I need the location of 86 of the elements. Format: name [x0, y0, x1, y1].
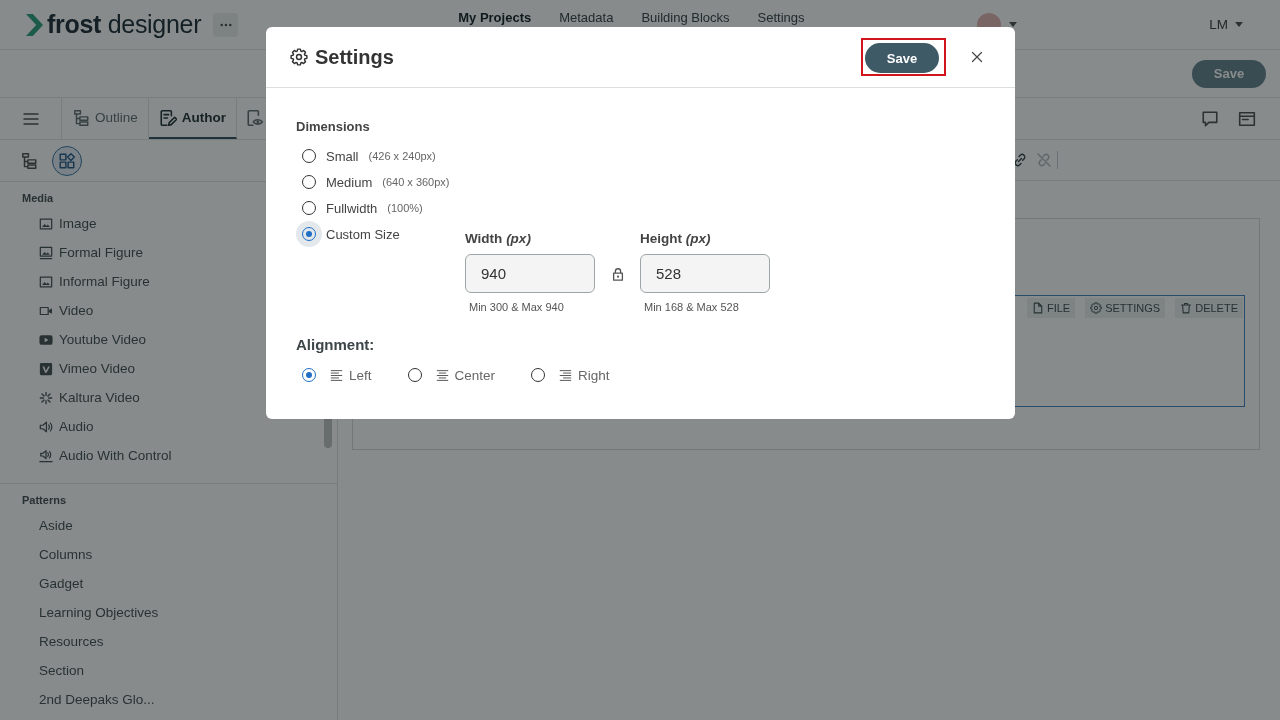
nav-link[interactable]: Settings: [757, 10, 805, 25]
link-button[interactable]: [1012, 152, 1028, 168]
field-label: Height (px): [640, 230, 711, 247]
play-icon: [39, 332, 53, 347]
caret-icon: [1009, 22, 1018, 27]
menu-icon: [22, 110, 39, 127]
block-action-button[interactable]: FILE: [1026, 298, 1076, 318]
lock-icon[interactable]: [610, 266, 625, 281]
tree-icon: [72, 108, 90, 127]
sidebar-item[interactable]: Audio With Control: [39, 441, 172, 470]
chevron-icon: [26, 12, 43, 37]
sidebar-item[interactable]: Audio: [39, 412, 94, 441]
section-label: Dimensions: [296, 119, 370, 135]
align-left-icon: [330, 368, 343, 382]
view-toggle[interactable]: [52, 145, 82, 176]
tree-icon: [20, 151, 38, 170]
blocks-icon: [58, 151, 76, 170]
sidebar-item[interactable]: Resources: [39, 627, 104, 656]
sidebar-item[interactable]: Learning Objectives: [39, 598, 159, 627]
size-hint: (100%): [387, 202, 423, 214]
option-label: Left: [349, 367, 372, 383]
width-input[interactable]: 940: [465, 254, 595, 293]
sidebar-item[interactable]: Aside: [39, 511, 73, 540]
framed-image-icon: [39, 245, 53, 260]
option-label: Small: [326, 148, 359, 164]
sidebar-item[interactable]: Gadget: [39, 569, 84, 598]
user-menu-button[interactable]: LM: [1209, 17, 1243, 32]
sidebar-item[interactable]: Video: [39, 296, 94, 325]
dots-icon: [219, 22, 232, 27]
option-label: Fullwidth: [326, 200, 378, 216]
logo-text: frost designer: [47, 10, 202, 39]
image-icon: [39, 274, 53, 289]
sidebar-item[interactable]: Informal Figure: [39, 267, 150, 296]
panel-icon: [1238, 109, 1256, 128]
comment-button[interactable]: [1201, 109, 1219, 128]
block-action-button[interactable]: SETTINGS: [1085, 298, 1166, 318]
save-button[interactable]: Save: [865, 43, 939, 73]
option-label: Right: [578, 367, 610, 383]
section-heading: Media: [22, 191, 54, 206]
edit-document-icon: [158, 108, 177, 127]
gear-icon: [290, 48, 308, 66]
option-label: Medium: [326, 174, 373, 190]
radio-button[interactable]: [296, 221, 322, 247]
nav-link[interactable]: My Projects: [458, 10, 532, 25]
sidebar-item[interactable]: Section: [39, 656, 85, 685]
eye-document-icon: [246, 108, 265, 127]
caret-icon: [1235, 22, 1243, 27]
block-action-button[interactable]: DELETE: [1175, 298, 1243, 318]
dialog-title: Settings: [315, 45, 394, 69]
speaker-icon: [39, 448, 53, 463]
sparkle-icon: [39, 390, 53, 405]
size-hint: (640 x 360px): [382, 176, 450, 188]
save-button[interactable]: Save: [1192, 59, 1266, 88]
section-label: Alignment:: [296, 336, 375, 354]
sidebar-item[interactable]: Image: [39, 209, 97, 238]
close-icon: [971, 51, 983, 63]
align-right-icon: [559, 368, 573, 382]
sidebar-item[interactable]: 2nd Deepaks Glo...: [39, 685, 155, 714]
size-hint: (426 x 240px): [368, 150, 436, 162]
view-tab[interactable]: Outline: [62, 98, 149, 139]
gear-icon: [1090, 302, 1103, 314]
sidebar-item[interactable]: Youtube Video: [39, 325, 147, 354]
v-letter-icon: [39, 361, 53, 376]
trash-icon: [1180, 302, 1193, 314]
view-tab[interactable]: Author: [148, 98, 238, 139]
section-heading: Patterns: [22, 493, 67, 508]
height-input[interactable]: 528: [640, 254, 770, 293]
nav-link[interactable]: Building Blocks: [641, 10, 730, 25]
field-label: Width (px): [465, 230, 531, 247]
sidebar-item[interactable]: Columns: [39, 540, 93, 569]
link-icon: [1012, 152, 1028, 168]
sidebar-item[interactable]: Formal Figure: [39, 238, 144, 267]
option-label: Custom Size: [326, 226, 400, 242]
sidebar-item[interactable]: Vimeo Video: [39, 354, 136, 383]
option-label: Center: [454, 367, 496, 383]
sidebar-item[interactable]: Kaltura Video: [39, 383, 140, 412]
speech-bubble-icon: [1201, 109, 1219, 128]
align-center-icon: [435, 368, 449, 382]
speaker-icon: [39, 419, 53, 434]
image-icon: [39, 216, 53, 231]
panel-button[interactable]: [1238, 109, 1256, 128]
field-hint: Min 168 & Max 528: [644, 301, 739, 314]
field-hint: Min 300 & Max 940: [469, 301, 564, 314]
file-icon: [1031, 302, 1044, 314]
nav-link[interactable]: Metadata: [559, 10, 614, 25]
unlink-icon: [1036, 152, 1052, 168]
